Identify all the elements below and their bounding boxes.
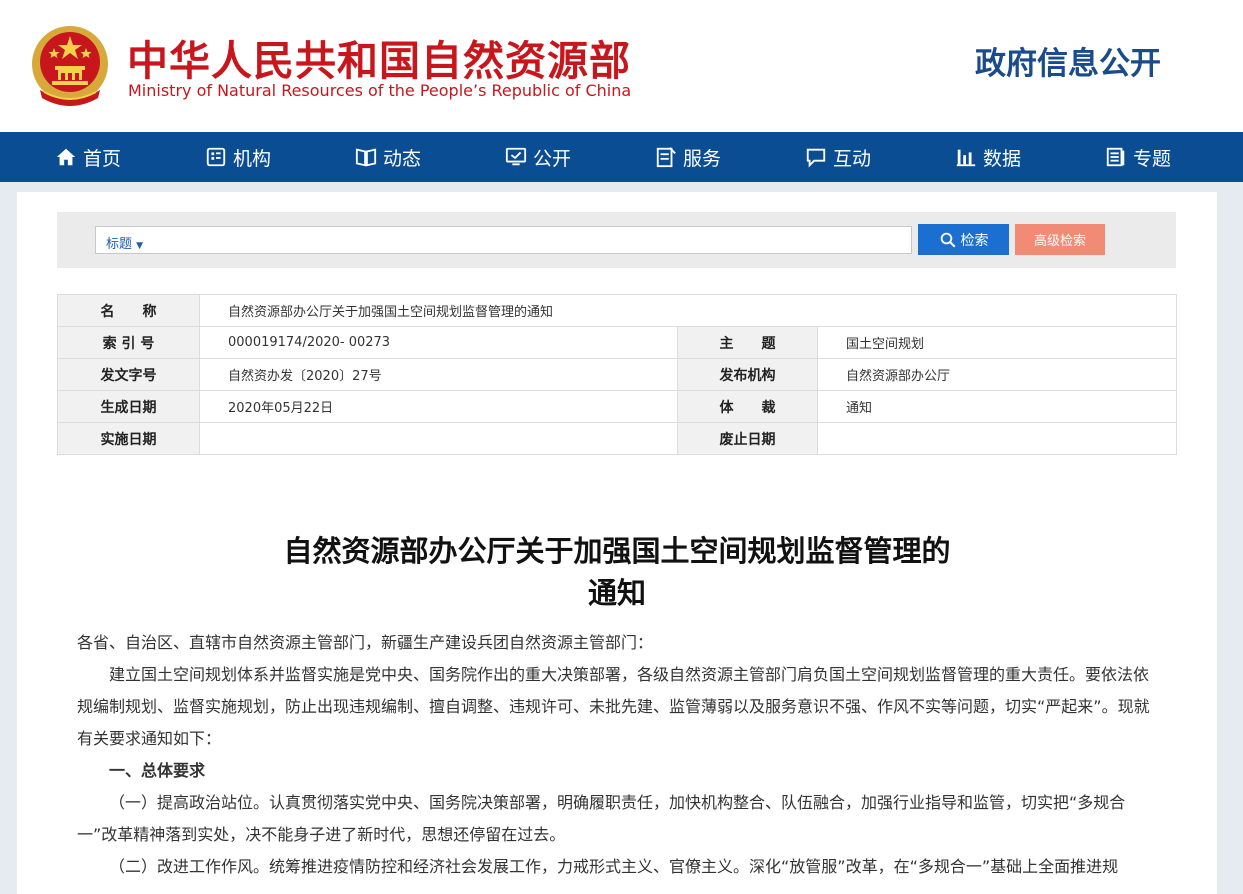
nav-label: 数据	[983, 147, 1022, 170]
nav-item-news[interactable]: 动态	[355, 132, 421, 182]
table-row: 实施日期 废止日期	[57, 422, 1177, 455]
article-paragraph: 建立国土空间规划体系并监督实施是党中央、国务院作出的重大决策部署，各级自然资源主…	[77, 665, 1150, 748]
document-meta-table: 名 称 自然资源部办公厅关于加强国土空间规划监督管理的通知 索 引 号 0000…	[57, 294, 1177, 455]
search-icon	[940, 232, 955, 247]
article-heading: 一、总体要求	[109, 761, 206, 780]
search-type-select[interactable]: 标题 ▼	[106, 233, 143, 252]
search-button-label: 检索	[960, 232, 989, 249]
article-title: 自然资源部办公厅关于加强国土空间规划监督管理的 通知	[77, 530, 1157, 614]
caret-down-icon: ▼	[136, 241, 144, 251]
nav-label: 机构	[233, 147, 272, 170]
national-emblem-icon	[32, 26, 108, 106]
article-salutation: 各省、自治区、直辖市自然资源主管部门，新疆生产建设兵团自然资源主管部门：	[77, 633, 654, 652]
nav-item-open[interactable]: 公开	[505, 132, 571, 182]
section-title: 政府信息公开	[975, 46, 1161, 82]
nav-item-service[interactable]: 服务	[655, 132, 721, 182]
meta-label-doc-no: 发文字号	[57, 358, 200, 391]
meta-label-publisher: 发布机构	[677, 358, 818, 391]
main-nav: 首页 机构 动态 公开 服务 互动 数据 专题	[0, 132, 1243, 182]
table-row: 名 称 自然资源部办公厅关于加强国土空间规划监督管理的通知	[57, 294, 1177, 327]
monitor-icon	[505, 147, 527, 166]
nav-label: 专题	[1133, 147, 1172, 170]
meta-value-publisher: 自然资源部办公厅	[817, 358, 1177, 391]
site-title-cn: 中华人民共和国自然资源部	[127, 37, 631, 85]
nav-label: 公开	[533, 147, 572, 170]
table-row: 发文字号 自然资办发〔2020〕27号 发布机构 自然资源部办公厅	[57, 358, 1177, 391]
search-input[interactable]	[166, 229, 906, 251]
article-paragraph: （一）提高政治站位。认真贯彻落实党中央、国务院决策部署，明确履职责任，加快机构整…	[77, 793, 1126, 844]
meta-label-created: 生成日期	[57, 390, 200, 423]
organization-icon	[206, 147, 226, 167]
meta-label-name: 名 称	[57, 294, 200, 327]
nav-label: 互动	[833, 147, 872, 170]
article-title-line1: 自然资源部办公厅关于加强国土空间规划监督管理的	[283, 534, 951, 568]
news-book-icon	[355, 148, 377, 167]
article-body: 各省、自治区、直辖市自然资源主管部门，新疆生产建设兵团自然资源主管部门： 建立国…	[77, 627, 1157, 883]
meta-label-index: 索 引 号	[57, 326, 200, 359]
meta-value-effective	[199, 422, 678, 455]
nav-item-home[interactable]: 首页	[55, 132, 121, 182]
nav-item-data[interactable]: 数据	[955, 132, 1021, 182]
search-button[interactable]: 检索	[918, 224, 1009, 255]
article-paragraph: （二）改进工作作风。统筹推进疫情防控和经济社会发展工作，力戒形式主义、官僚主义。…	[109, 857, 1119, 876]
service-form-icon	[656, 147, 676, 168]
meta-value-index: 000019174/2020- 00273	[199, 326, 678, 359]
meta-label-genre: 体 裁	[677, 390, 818, 423]
nav-item-interaction[interactable]: 互动	[805, 132, 871, 182]
chat-icon	[806, 148, 826, 168]
nav-label: 首页	[83, 147, 122, 170]
nav-item-organization[interactable]: 机构	[205, 132, 271, 182]
meta-value-subject: 国土空间规划	[817, 326, 1177, 359]
nav-label: 服务	[683, 147, 722, 170]
nav-label: 动态	[383, 147, 422, 170]
bar-chart-icon	[956, 149, 976, 167]
advanced-search-button[interactable]: 高级检索	[1015, 224, 1105, 255]
meta-value-abolish	[817, 422, 1177, 455]
nav-item-topic[interactable]: 专题	[1105, 132, 1171, 182]
site-title-en: Ministry of Natural Resources of the Peo…	[128, 81, 632, 100]
table-row: 索 引 号 000019174/2020- 00273 主 题 国土空间规划	[57, 326, 1177, 359]
meta-label-subject: 主 题	[677, 326, 818, 359]
article-title-line2: 通知	[587, 576, 646, 610]
meta-value-genre: 通知	[817, 390, 1177, 423]
site-header: 中华人民共和国自然资源部 Ministry of Natural Resourc…	[0, 0, 1243, 132]
meta-label-abolish: 废止日期	[677, 422, 818, 455]
search-box: 标题 ▼	[95, 226, 912, 254]
meta-value-name: 自然资源部办公厅关于加强国土空间规划监督管理的通知	[199, 294, 1177, 327]
meta-value-created: 2020年05月22日	[199, 390, 678, 423]
home-icon	[56, 148, 76, 166]
topic-icon	[1106, 147, 1125, 167]
meta-label-effective: 实施日期	[57, 422, 200, 455]
table-row: 生成日期 2020年05月22日 体 裁 通知	[57, 390, 1177, 423]
meta-value-doc-no: 自然资办发〔2020〕27号	[199, 358, 678, 391]
